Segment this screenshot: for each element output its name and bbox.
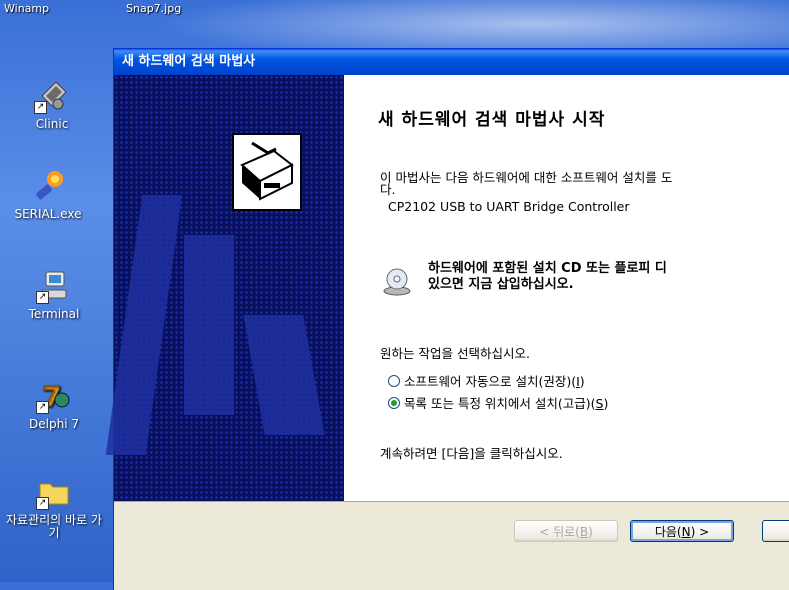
continue-text: 계속하려면 [다음]을 클릭하십시오.	[380, 446, 563, 461]
desktop-icon-terminal[interactable]: ↗ Terminal	[4, 268, 104, 321]
cd-drive-icon	[382, 267, 412, 297]
hardware-wizard-window[interactable]: 새 하드웨어 검색 마법사 새 하드웨어 검색 마법사 시작 이 마법사는 다음…	[105, 48, 789, 590]
shortcut-arrow-icon: ↗	[34, 101, 47, 114]
terminal-icon: ↗	[36, 268, 72, 304]
window-title[interactable]: 새 하드웨어 검색 마법사	[114, 49, 789, 75]
desktop-icon-label: Clinic	[35, 117, 69, 131]
desktop-label-winamp[interactable]: Winamp	[4, 2, 49, 15]
device-name: CP2102 USB to UART Bridge Controller	[388, 199, 630, 214]
radio-auto-install[interactable]	[388, 374, 400, 387]
option-label: 목록 또는 특정 위치에서 설치(고급)(S)	[404, 396, 609, 411]
desktop-icon-clinic[interactable]: ↗ Clinic	[2, 78, 102, 131]
hardware-box-icon	[232, 133, 302, 211]
desktop-icon-delphi[interactable]: 7 ↗ Delphi 7	[4, 378, 104, 431]
desktop-icon-label: SERIAL.exe	[14, 207, 82, 221]
clinic-icon: ↗	[34, 78, 70, 114]
desktop-icon-serial[interactable]: SERIAL.exe	[0, 168, 98, 221]
intro-text-cont: 다.	[380, 182, 396, 197]
option-label: 소프트웨어 자동으로 설치(권장)(I)	[404, 374, 585, 389]
desktop-icon-label: Terminal	[28, 307, 80, 321]
option-list-install[interactable]: 목록 또는 특정 위치에서 설치(고급)(S)	[388, 393, 608, 412]
shortcut-arrow-icon: ↗	[36, 291, 49, 304]
serial-exe-icon	[30, 168, 66, 204]
option-auto-install[interactable]: 소프트웨어 자동으로 설치(권장)(I)	[388, 371, 585, 390]
back-button[interactable]: < 뒤로(B)	[514, 520, 618, 542]
next-button[interactable]: 다음(N) >	[630, 520, 734, 542]
desktop-label-snap7[interactable]: Snap7.jpg	[126, 2, 181, 15]
desktop-icon-folder-shortcut[interactable]: ↗ 자료관리의 바로 가기	[4, 474, 104, 540]
wizard-footer: < 뒤로(B) 다음(N) >	[114, 501, 789, 590]
wizard-heading: 새 하드웨어 검색 마법사 시작	[378, 110, 606, 130]
shortcut-arrow-icon: ↗	[36, 497, 49, 510]
cancel-button[interactable]	[762, 520, 789, 542]
wizard-banner	[105, 75, 344, 501]
insert-cd-text: 하드웨어에 포함된 설치 CD 또는 플로피 디 있으면 지금 삽입하십시오.	[428, 261, 667, 293]
delphi-icon: 7 ↗	[36, 378, 72, 414]
choose-prompt: 원하는 작업을 선택하십시오.	[380, 346, 530, 361]
desktop-icon-label: Delphi 7	[29, 417, 79, 431]
desktop-icon-label: 자료관리의 바로 가기	[6, 513, 102, 540]
insert-cd-line1: 하드웨어에 포함된 설치 CD 또는 플로피 디	[428, 261, 667, 276]
intro-text: 이 마법사는 다음 하드웨어에 대한 소프트웨어 설치를 도	[380, 170, 673, 185]
folder-shortcut-icon: ↗	[36, 474, 72, 510]
insert-cd-line2: 있으면 지금 삽입하십시오.	[428, 277, 574, 292]
wizard-content: 새 하드웨어 검색 마법사 시작 이 마법사는 다음 하드웨어에 대한 소프트웨…	[344, 75, 789, 501]
shortcut-arrow-icon: ↗	[36, 401, 49, 414]
radio-list-install[interactable]	[388, 396, 400, 409]
